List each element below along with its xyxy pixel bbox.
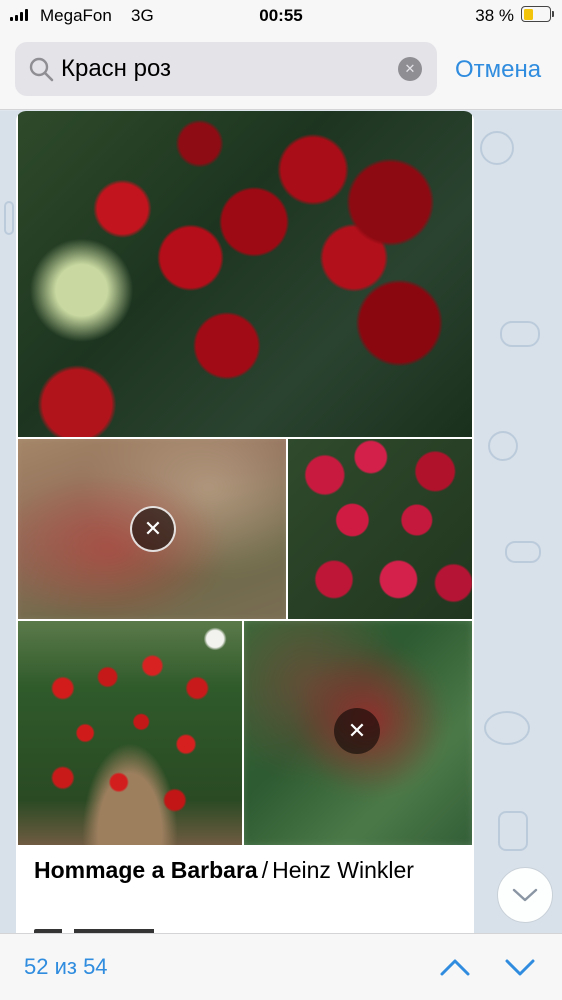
cancel-button[interactable]: Отмена [455,56,541,84]
photo-rose-shrub[interactable] [18,621,242,845]
close-icon: ✕ [143,516,163,541]
clear-search-button[interactable]: ✕ [398,57,422,81]
status-bar: MegaFon 3G 00:55 38 % [0,0,562,32]
clear-icon: ✕ [404,61,416,76]
search-header: ✕ Отмена [0,32,562,110]
wallpaper-doodle [4,201,14,235]
cancel-download-button[interactable]: ✕ [130,506,176,552]
wallpaper-doodle [505,541,541,563]
photo-red-roses-cluster[interactable] [288,439,472,619]
search-results-bar: 52 из 54 [0,933,562,1000]
wallpaper-doodle [500,321,540,347]
wallpaper-doodle [484,711,530,745]
search-box[interactable]: ✕ [15,42,437,96]
cancel-download-button[interactable]: ✕ [334,708,380,754]
message-bubble[interactable]: ✕ ✕ Hommage a Barbara / Heinz Winkler [16,111,474,933]
chevron-down-icon[interactable] [503,952,537,982]
caption-title: Hommage a Barbara [34,857,258,883]
close-icon: ✕ [347,718,367,743]
chevron-down-icon [512,888,538,902]
search-input[interactable] [61,42,391,96]
chat-background: ✕ ✕ Hommage a Barbara / Heinz Winkler [0,111,562,933]
photo-red-roses-closeup[interactable] [18,111,472,437]
battery-icon [521,6,554,22]
message-caption: Hommage a Barbara / Heinz Winkler [34,857,414,884]
chevron-up-icon[interactable] [438,952,472,982]
caption-author: Heinz Winkler [272,857,414,883]
wallpaper-doodle [488,431,518,461]
battery-percent: 38 % [475,6,514,25]
wallpaper-doodle [498,811,528,851]
scroll-to-bottom-button[interactable] [497,867,553,923]
search-result-counter: 52 из 54 [24,954,108,979]
search-icon [29,57,54,82]
wallpaper-doodle [480,131,514,165]
caption-separator: / [261,857,269,883]
